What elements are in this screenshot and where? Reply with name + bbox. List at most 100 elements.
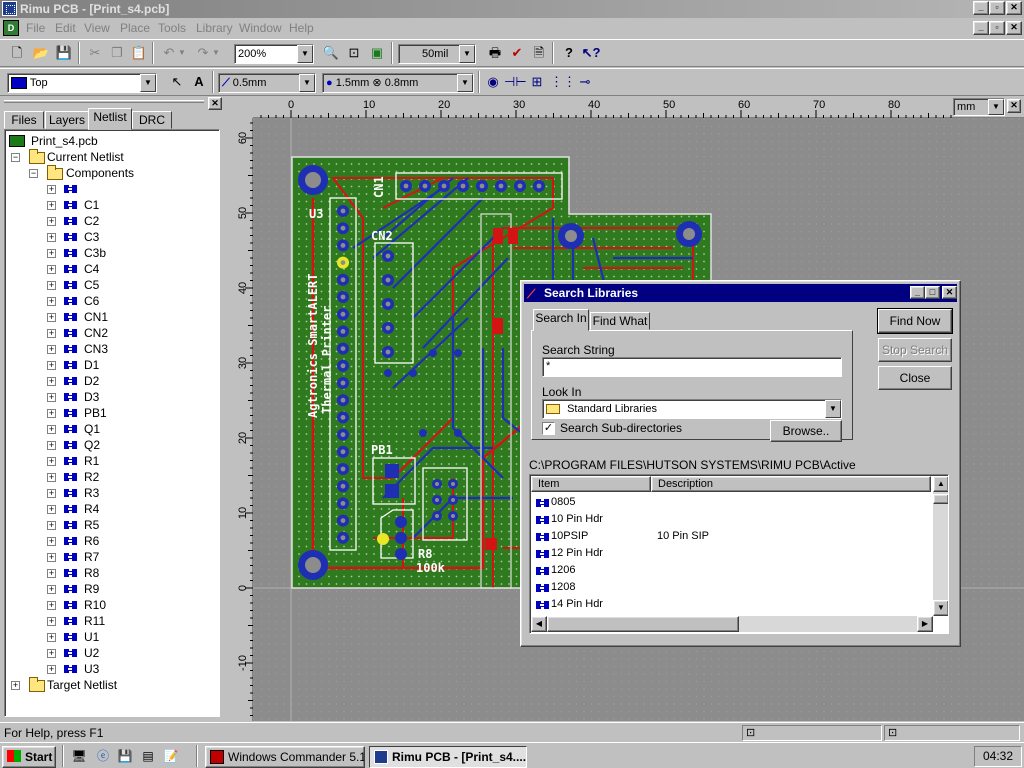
result-row[interactable]: 12 Pin Hdr bbox=[531, 545, 931, 562]
doc-restore-button[interactable]: ▫ bbox=[989, 21, 1005, 35]
expand-icon[interactable]: + bbox=[47, 361, 56, 370]
result-row[interactable]: 10 Pin Hdr bbox=[531, 511, 931, 528]
trace-width-select[interactable]: ⟋ 0.5mm ▼ bbox=[218, 73, 316, 93]
expand-icon[interactable]: + bbox=[47, 281, 56, 290]
menu-view[interactable]: View bbox=[84, 21, 110, 35]
chevron-down-icon[interactable]: ▼ bbox=[459, 45, 475, 63]
chevron-down-icon[interactable]: ▼ bbox=[140, 74, 156, 92]
expand-icon[interactable]: + bbox=[47, 553, 56, 562]
horizontal-scroll-thumb[interactable] bbox=[547, 616, 739, 632]
results-list[interactable]: Item Description 0805 10 Pin Hdr 10PSIP 10 … bbox=[529, 474, 949, 634]
print-preview-icon[interactable]: 🗎 bbox=[528, 42, 550, 64]
menu-library[interactable]: Library bbox=[196, 21, 233, 35]
close-button[interactable]: ✕ bbox=[1006, 1, 1022, 15]
expand-icon[interactable]: + bbox=[47, 665, 56, 674]
via-size-select[interactable]: ● 1.5mm ⊗ 0.8mm ▼ bbox=[322, 73, 474, 93]
task-windows-commander[interactable]: Windows Commander 5.11... bbox=[205, 746, 365, 768]
expand-icon[interactable]: + bbox=[47, 409, 56, 418]
menu-window[interactable]: Window bbox=[239, 21, 282, 35]
start-button[interactable]: Start bbox=[2, 746, 56, 768]
scroll-down-icon[interactable]: ▼ bbox=[933, 600, 948, 616]
text-tool-icon[interactable]: A bbox=[188, 71, 210, 93]
result-row[interactable]: 1208 bbox=[531, 579, 931, 596]
expand-icon[interactable]: + bbox=[47, 633, 56, 642]
menu-tools[interactable]: Tools bbox=[158, 21, 186, 35]
result-row[interactable]: 14 Pin Hdr bbox=[531, 596, 931, 613]
scroll-left-icon[interactable]: ◀ bbox=[531, 616, 547, 632]
close-dialog-button[interactable]: Close bbox=[878, 366, 952, 390]
save-icon[interactable]: 💾 bbox=[53, 42, 75, 64]
result-row[interactable]: 0805 bbox=[531, 494, 931, 511]
grid-select[interactable]: 50mil ▼ bbox=[398, 44, 476, 64]
chevron-down-icon[interactable]: ▼ bbox=[457, 74, 473, 92]
look-in-select[interactable]: Standard Libraries ▼ bbox=[542, 399, 842, 419]
vertical-scrollbar[interactable]: ▲ ▼ bbox=[933, 476, 948, 616]
context-help-icon[interactable]: ↖? bbox=[580, 42, 602, 64]
tab-layers[interactable]: Layers bbox=[45, 111, 89, 129]
collapse-icon[interactable]: − bbox=[29, 169, 38, 178]
notepad-icon[interactable]: 📝 bbox=[160, 745, 182, 767]
tab-find-what[interactable]: Find What bbox=[590, 312, 650, 330]
chevron-down-icon[interactable]: ▼ bbox=[988, 99, 1004, 115]
expand-icon[interactable]: + bbox=[47, 265, 56, 274]
copy-icon[interactable]: ❐ bbox=[106, 42, 128, 64]
tab-drc[interactable]: DRC bbox=[132, 111, 172, 129]
internet-explorer-icon[interactable]: ⓔ bbox=[92, 745, 114, 767]
expand-icon[interactable]: + bbox=[47, 313, 56, 322]
expand-icon[interactable]: + bbox=[47, 585, 56, 594]
browse-button[interactable]: Browse.. bbox=[770, 420, 842, 442]
expand-icon[interactable]: + bbox=[47, 649, 56, 658]
column-header-description[interactable]: Description bbox=[651, 476, 931, 492]
menu-file[interactable]: File bbox=[26, 21, 45, 35]
zoom-select[interactable]: 200% ▼ bbox=[234, 44, 314, 64]
expand-icon[interactable]: + bbox=[47, 569, 56, 578]
windows-commander-icon[interactable]: ▤ bbox=[137, 745, 159, 767]
search-subdirs-checkbox[interactable]: ✓ bbox=[542, 422, 555, 435]
route-icon[interactable]: ⊸ bbox=[574, 71, 596, 93]
chevron-down-icon[interactable]: ▼ bbox=[299, 74, 315, 92]
system-clock[interactable]: 04:32 bbox=[974, 746, 1022, 767]
netlist-tree[interactable]: Print_s4.pcb − Current Netlist − Compone… bbox=[4, 129, 220, 717]
tab-files[interactable]: Files bbox=[4, 111, 44, 129]
horizontal-scrollbar[interactable]: ◀ ▶ bbox=[531, 616, 933, 632]
expand-icon[interactable]: + bbox=[11, 681, 20, 690]
help-icon[interactable]: ? bbox=[558, 42, 580, 64]
expand-icon[interactable]: + bbox=[47, 297, 56, 306]
floppy-icon[interactable]: 💾 bbox=[114, 745, 136, 767]
show-desktop-icon[interactable]: 🖥 bbox=[68, 745, 90, 767]
scroll-right-icon[interactable]: ▶ bbox=[917, 616, 933, 632]
find-now-button[interactable]: Find Now bbox=[877, 308, 953, 334]
expand-icon[interactable]: + bbox=[47, 489, 56, 498]
expand-icon[interactable]: + bbox=[47, 233, 56, 242]
cut-icon[interactable]: ✂ bbox=[84, 42, 106, 64]
units-select[interactable]: mm ▼ bbox=[953, 98, 1005, 116]
zoom-icon[interactable]: 🔍 bbox=[320, 42, 342, 64]
expand-icon[interactable]: + bbox=[47, 377, 56, 386]
dialog-close-button[interactable]: ✕ bbox=[942, 286, 957, 299]
collapse-icon[interactable]: − bbox=[11, 153, 20, 162]
expand-icon[interactable]: + bbox=[47, 425, 56, 434]
menu-place[interactable]: Place bbox=[120, 21, 150, 35]
expand-icon[interactable]: + bbox=[47, 521, 56, 530]
minimize-button[interactable]: _ bbox=[973, 1, 989, 15]
tab-search-in[interactable]: Search In bbox=[533, 309, 589, 331]
dialog-title-bar[interactable]: ⟋ Search Libraries _ □ ✕ bbox=[524, 284, 957, 302]
doc-minimize-button[interactable]: _ bbox=[973, 21, 989, 35]
expand-icon[interactable]: + bbox=[47, 249, 56, 258]
select-pointer-icon[interactable]: ↖ bbox=[166, 71, 188, 93]
expand-icon[interactable]: + bbox=[47, 457, 56, 466]
ruler-close-button[interactable]: ✕ bbox=[1007, 99, 1021, 113]
dialog-minimize-button[interactable]: _ bbox=[910, 286, 925, 299]
paste-icon[interactable]: 📋 bbox=[128, 42, 150, 64]
panel-close-button[interactable]: ✕ bbox=[208, 97, 222, 110]
stop-search-button[interactable]: Stop Search bbox=[878, 338, 952, 362]
expand-icon[interactable]: + bbox=[47, 505, 56, 514]
tab-netlist[interactable]: Netlist bbox=[88, 108, 132, 130]
expand-icon[interactable]: + bbox=[47, 217, 56, 226]
expand-icon[interactable]: + bbox=[47, 441, 56, 450]
expand-icon[interactable]: + bbox=[47, 473, 56, 482]
search-string-input[interactable]: * bbox=[542, 357, 842, 377]
document-icon[interactable]: D bbox=[3, 20, 19, 36]
expand-icon[interactable]: + bbox=[47, 537, 56, 546]
chevron-down-icon[interactable]: ▼ bbox=[825, 400, 841, 418]
